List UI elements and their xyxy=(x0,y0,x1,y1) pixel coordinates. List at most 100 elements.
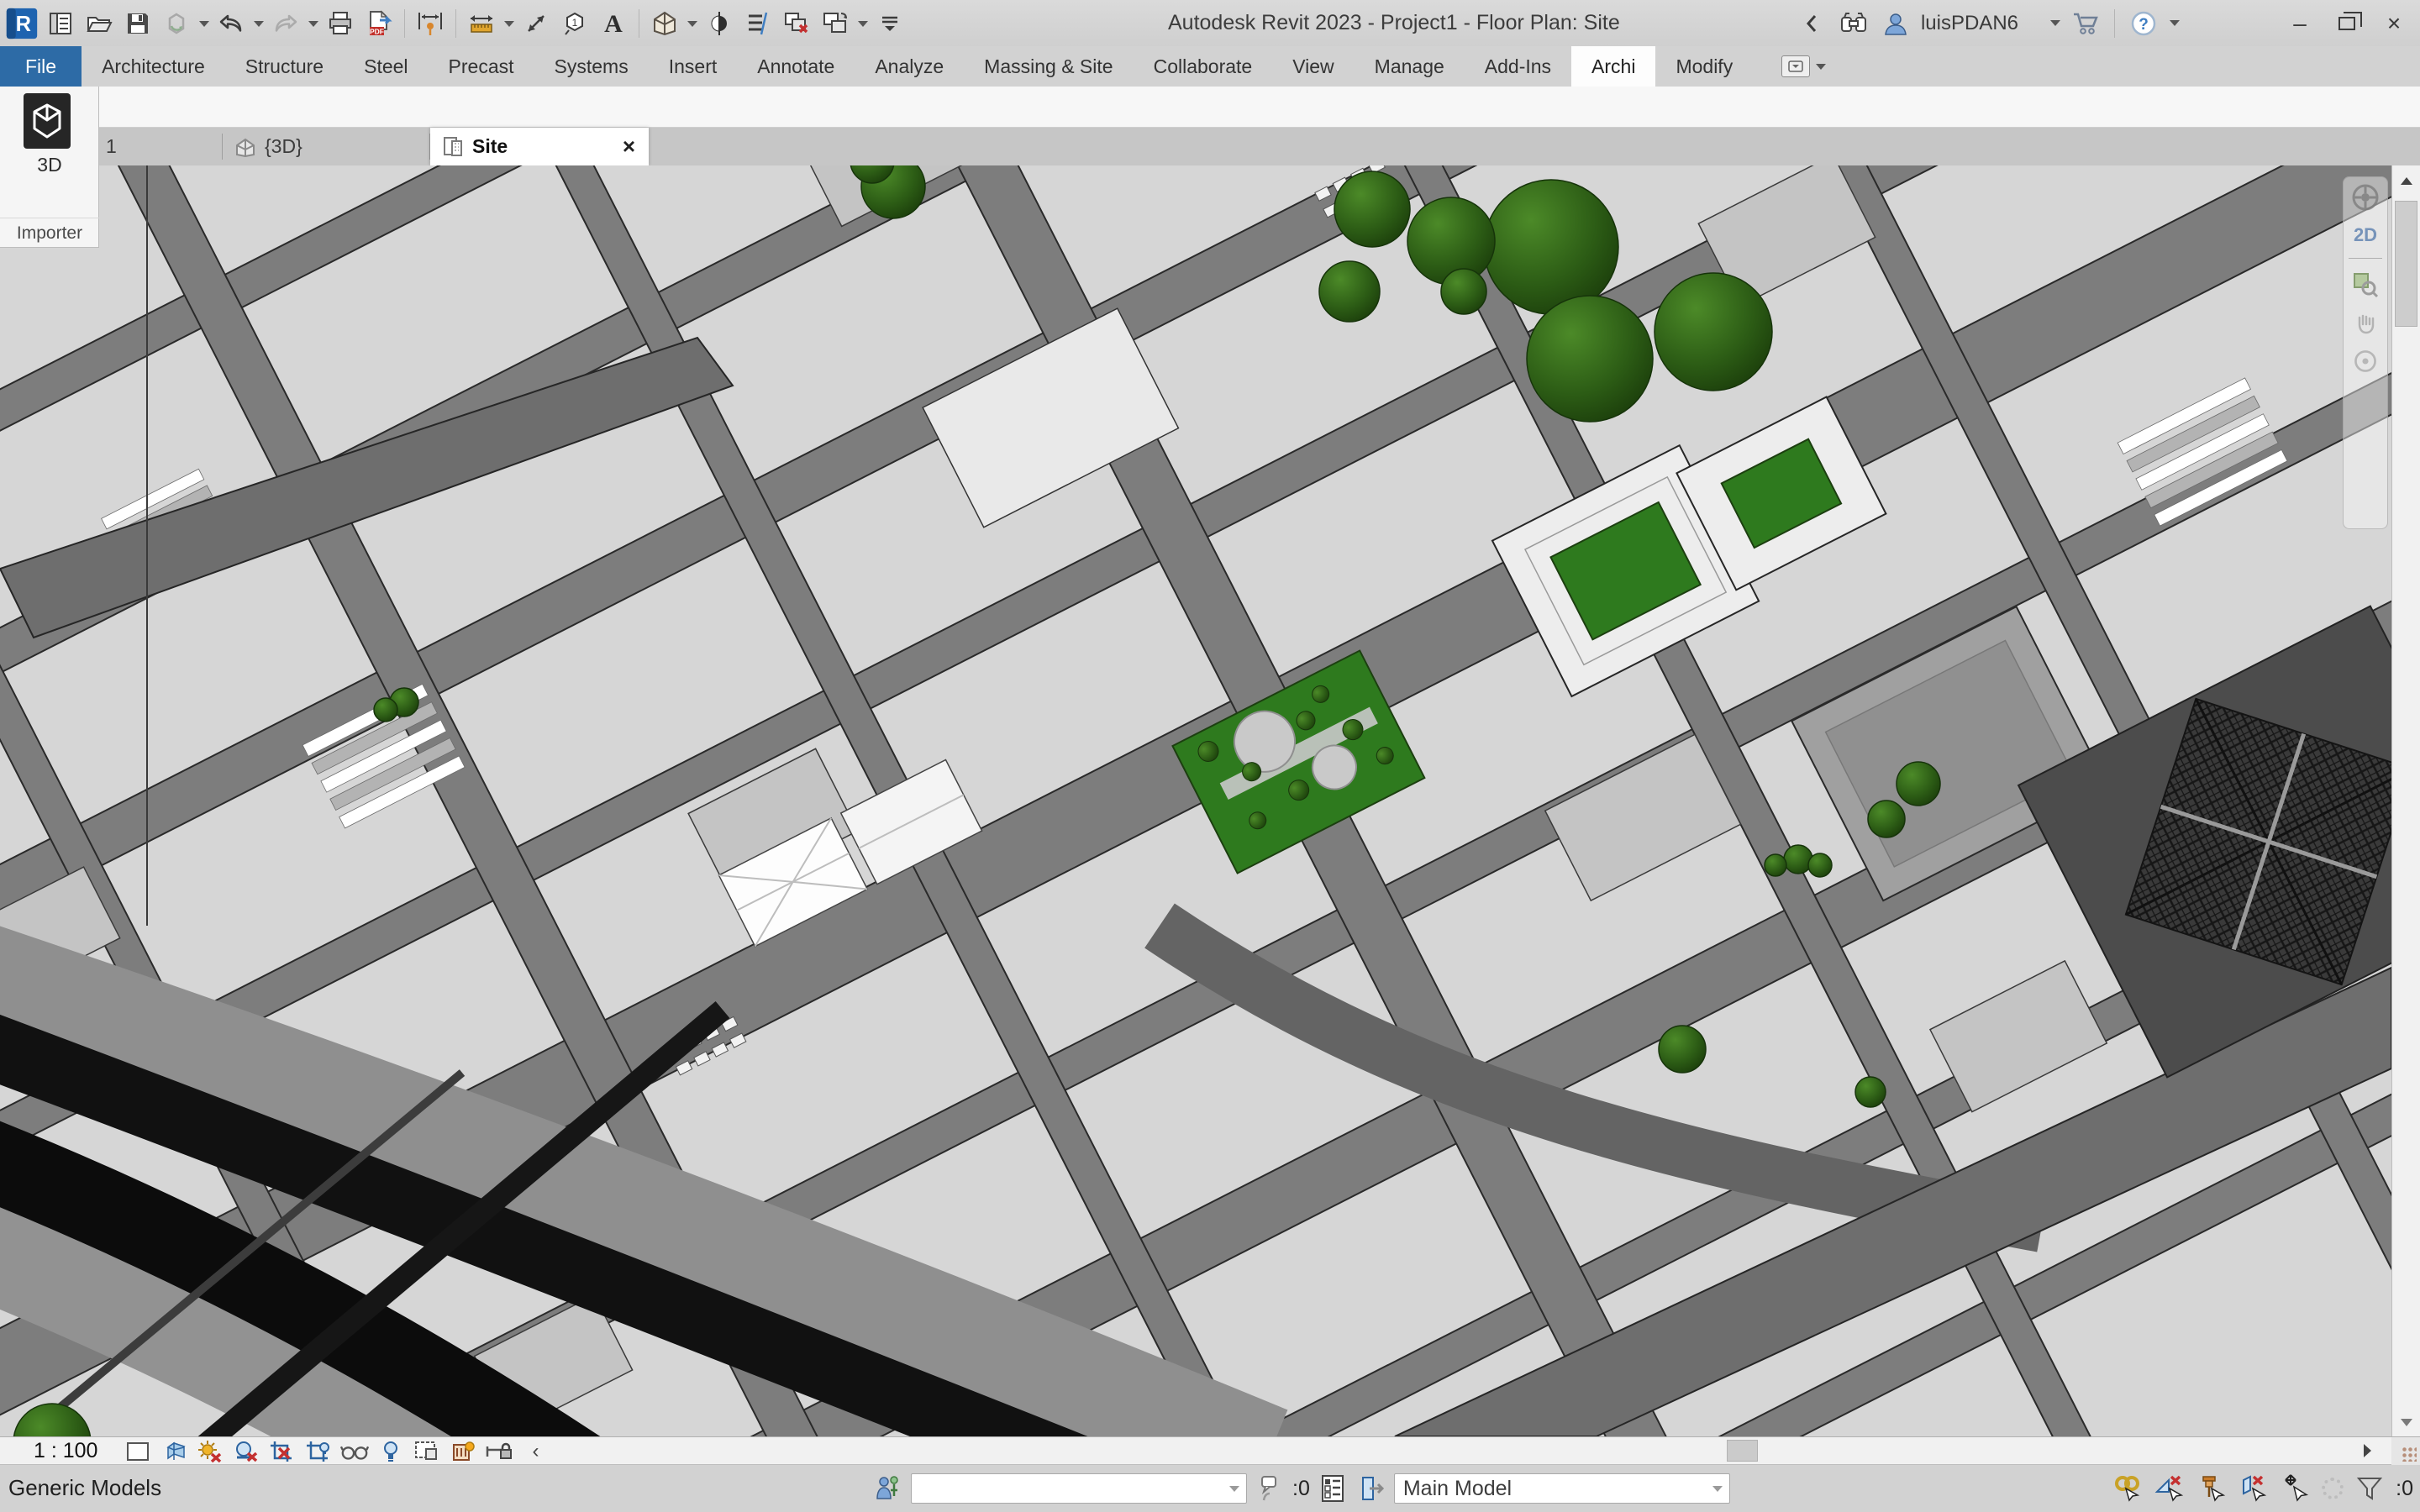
select-underlay-elements-icon[interactable] xyxy=(2154,1473,2186,1504)
modify-arrows-icon[interactable] xyxy=(519,6,553,41)
navbar-2d-label[interactable]: 2D xyxy=(2354,224,2377,246)
ribbon-tab-collaborate[interactable]: Collaborate xyxy=(1134,46,1273,87)
ribbon-tab-analyze[interactable]: Analyze xyxy=(855,46,964,87)
select-links-icon[interactable] xyxy=(2112,1473,2144,1504)
pan-hand-icon[interactable] xyxy=(2353,311,2378,336)
help-dropdown[interactable] xyxy=(2170,20,2180,26)
ribbon-state-toggle[interactable] xyxy=(1781,46,1826,87)
ribbon-tab-precast[interactable]: Precast xyxy=(429,46,534,87)
measure-dropdown[interactable] xyxy=(504,21,514,27)
help-icon[interactable]: ? xyxy=(2127,6,2160,41)
temporary-view-properties-icon[interactable] xyxy=(413,1439,441,1464)
importer-3d-button-label[interactable]: 3D xyxy=(0,154,99,176)
redo-icon[interactable] xyxy=(269,6,302,41)
show-analytical-model-icon[interactable] xyxy=(449,1439,477,1464)
temporary-hide-isolate-icon[interactable] xyxy=(340,1439,369,1464)
revit-logo-icon[interactable]: R xyxy=(5,6,39,41)
tag-by-category-icon[interactable]: 1 xyxy=(558,6,592,41)
export-pdf-icon[interactable]: PDF xyxy=(362,6,396,41)
switch-windows-icon[interactable] xyxy=(818,6,852,41)
measure-icon[interactable] xyxy=(465,6,498,41)
print-icon[interactable] xyxy=(324,6,357,41)
vertical-scroll-thumb[interactable] xyxy=(2395,201,2417,327)
shadows-off-icon[interactable] xyxy=(232,1439,260,1464)
default-3d-view-dropdown[interactable] xyxy=(687,21,697,27)
user-dropdown[interactable] xyxy=(2050,20,2060,26)
app-store-cart-icon[interactable] xyxy=(2069,6,2102,41)
view-scale[interactable]: 1 : 100 xyxy=(34,1439,97,1463)
text-note-icon[interactable]: A xyxy=(597,6,630,41)
ribbon-tab-manage[interactable]: Manage xyxy=(1355,46,1465,87)
switch-windows-dropdown[interactable] xyxy=(858,21,868,27)
customize-qat-icon[interactable] xyxy=(873,6,907,41)
ribbon-tab-view[interactable]: View xyxy=(1272,46,1354,87)
ribbon-tab-add-ins[interactable]: Add-Ins xyxy=(1465,46,1571,87)
drag-elements-on-selection-icon[interactable] xyxy=(2280,1473,2312,1504)
scroll-down-icon[interactable] xyxy=(2401,1419,2412,1426)
default-3d-view-icon[interactable] xyxy=(648,6,681,41)
properties-icon[interactable] xyxy=(44,6,77,41)
view-tab-site-close-icon[interactable]: × xyxy=(623,134,635,160)
select-elements-by-face-icon[interactable] xyxy=(2238,1473,2270,1504)
synchronize-dropdown[interactable] xyxy=(199,21,209,27)
design-option-dropdown[interactable]: Main Model xyxy=(1394,1473,1730,1504)
save-icon[interactable] xyxy=(121,6,155,41)
view-tab-site[interactable]: Site × xyxy=(430,128,649,165)
importer-panel-label[interactable]: Importer xyxy=(0,218,99,244)
ribbon-tab-modify[interactable]: Modify xyxy=(1655,46,1753,87)
ribbon-tab-architecture[interactable]: Architecture xyxy=(82,46,225,87)
resize-grip[interactable] xyxy=(2402,1446,2417,1462)
restore-button[interactable] xyxy=(2328,4,2366,43)
ribbon-tab-file[interactable]: File xyxy=(0,46,82,87)
username[interactable]: luisPDAN6 xyxy=(1921,12,2018,35)
editing-requests-icon[interactable] xyxy=(1254,1473,1286,1504)
crop-view-off-icon[interactable] xyxy=(268,1439,297,1464)
ribbon-tab-annotate[interactable]: Annotate xyxy=(737,46,855,87)
horizontal-scroll-thumb[interactable] xyxy=(1727,1440,1758,1462)
active-workset-dropdown[interactable] xyxy=(911,1473,1247,1504)
view-tab-3d[interactable]: {3D} xyxy=(223,128,430,165)
reveal-constraints-icon[interactable] xyxy=(485,1439,513,1464)
drawing-area[interactable]: 2D xyxy=(0,165,2391,1436)
minimize-button[interactable]: – xyxy=(2281,4,2319,43)
importer-3d-button[interactable] xyxy=(24,93,71,149)
ribbon-tab-massing-site[interactable]: Massing & Site xyxy=(964,46,1133,87)
undo-icon[interactable] xyxy=(214,6,248,41)
design-options-icon[interactable] xyxy=(1317,1473,1349,1504)
section-icon[interactable] xyxy=(702,6,736,41)
ribbon-tab-steel[interactable]: Steel xyxy=(344,46,428,87)
view-bar-collapse-icon[interactable]: ‹ xyxy=(521,1439,550,1464)
scroll-up-icon[interactable] xyxy=(2401,177,2412,185)
close-inactive-windows-icon[interactable] xyxy=(780,6,813,41)
search-binoculars-icon[interactable] xyxy=(1837,6,1870,41)
select-pinned-elements-icon[interactable] xyxy=(2196,1473,2228,1504)
redo-dropdown[interactable] xyxy=(308,21,318,27)
ribbon-tab-structure[interactable]: Structure xyxy=(225,46,344,87)
undo-dropdown[interactable] xyxy=(254,21,264,27)
synchronize-icon[interactable] xyxy=(160,6,193,41)
open-icon[interactable] xyxy=(82,6,116,41)
aligned-dimension-icon[interactable] xyxy=(413,6,447,41)
reveal-hidden-elements-icon[interactable] xyxy=(376,1439,405,1464)
sun-path-off-icon[interactable] xyxy=(196,1439,224,1464)
close-button[interactable]: × xyxy=(2375,4,2413,43)
back-icon[interactable] xyxy=(1795,6,1828,41)
ribbon-tab-archi[interactable]: Archi xyxy=(1571,46,1655,87)
navbar-wheel-small-icon[interactable] xyxy=(2352,348,2379,375)
ribbon-tab-insert[interactable]: Insert xyxy=(649,46,738,87)
zoom-region-icon[interactable] xyxy=(2351,270,2380,299)
steering-wheel-icon[interactable] xyxy=(2350,182,2381,213)
view-tab-1[interactable]: 1 xyxy=(99,128,223,165)
ribbon-tab-systems[interactable]: Systems xyxy=(534,46,649,87)
worksets-icon[interactable] xyxy=(872,1473,904,1504)
vertical-scrollbar[interactable] xyxy=(2391,165,2420,1436)
filter-icon[interactable] xyxy=(2354,1473,2386,1504)
show-crop-region-icon[interactable] xyxy=(304,1439,333,1464)
visual-style-icon[interactable] xyxy=(160,1439,188,1464)
user-avatar-icon[interactable] xyxy=(1879,6,1912,41)
horizontal-scrollbar[interactable] xyxy=(555,1437,2391,1464)
scroll-right-icon[interactable] xyxy=(2364,1444,2371,1457)
exclude-options-icon[interactable] xyxy=(1355,1473,1387,1504)
detail-level-icon[interactable] xyxy=(124,1439,152,1464)
thin-lines-icon[interactable] xyxy=(741,6,775,41)
